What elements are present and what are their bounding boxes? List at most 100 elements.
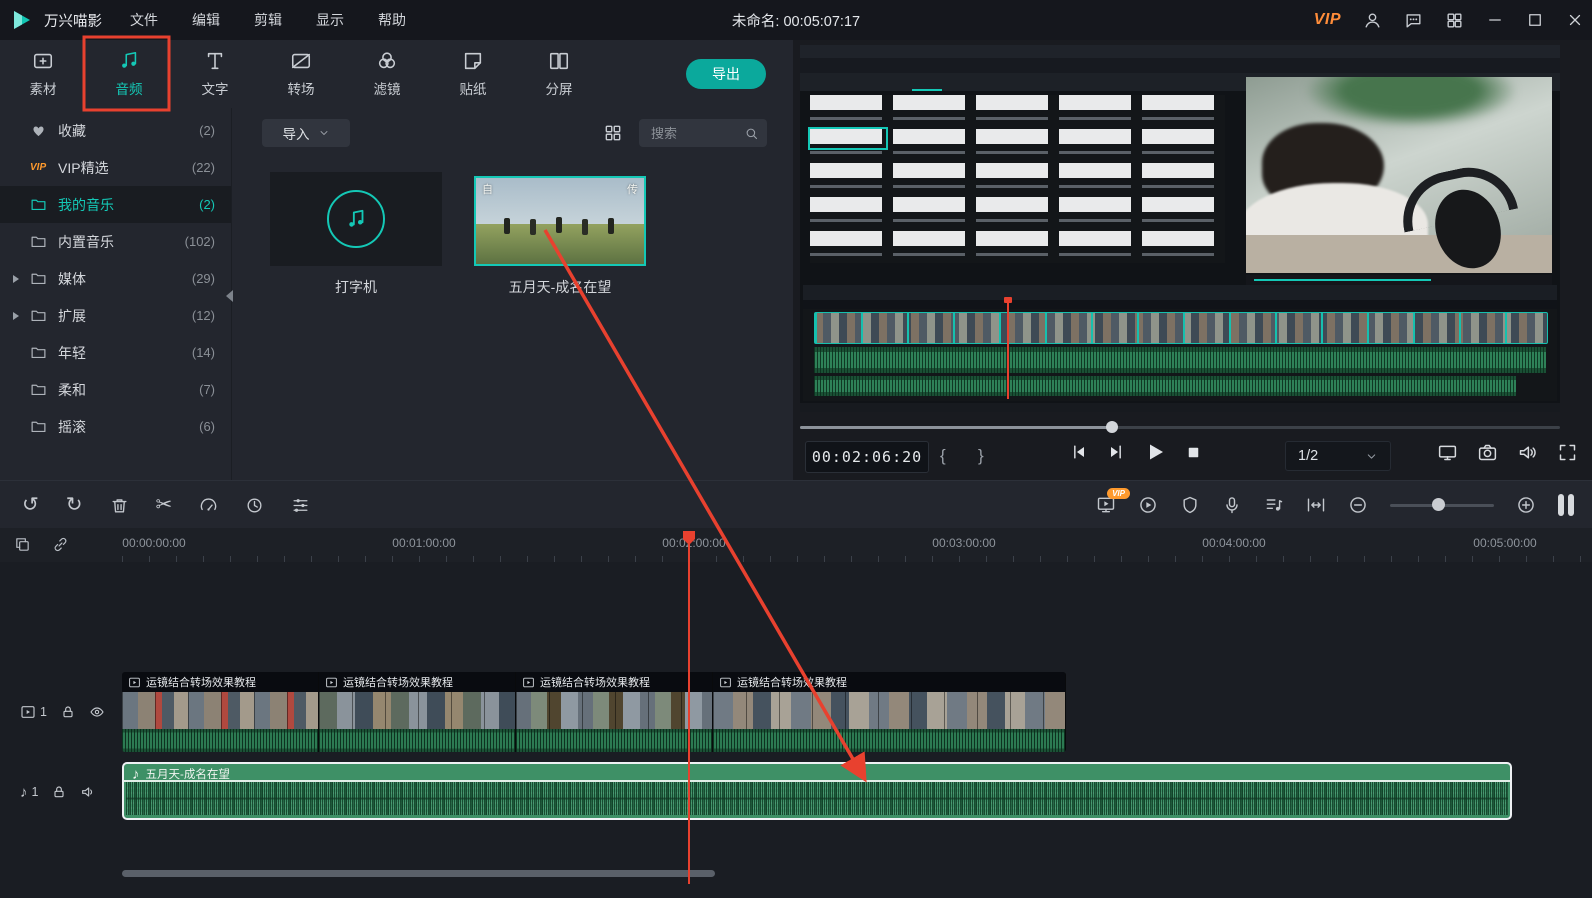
- mixer-playlist-icon[interactable]: [1264, 495, 1284, 515]
- preview-seekbar[interactable]: [800, 421, 1560, 433]
- sidebar-count: (102): [185, 234, 231, 249]
- sidebar-item-rock[interactable]: 摇滚 (6): [0, 408, 231, 445]
- close-button[interactable]: [1566, 11, 1584, 29]
- mark-out-button[interactable]: }: [978, 446, 984, 466]
- ruler-timestamp: 00:02:00:00: [662, 536, 725, 550]
- seek-handle[interactable]: [1106, 421, 1118, 433]
- sidebar-item-favorites[interactable]: 收藏 (2): [0, 112, 231, 149]
- paste-mode-icon[interactable]: [14, 536, 31, 553]
- speed-icon[interactable]: [199, 496, 218, 515]
- clip-audio-waveform: [122, 729, 318, 752]
- volume-icon[interactable]: [1517, 442, 1538, 463]
- tab-splitscreen[interactable]: 分屏: [516, 50, 602, 98]
- clip-title: 运镜结合转场效果教程: [343, 674, 453, 690]
- vip-icon: VIP: [30, 162, 49, 173]
- lock-icon[interactable]: [60, 704, 76, 720]
- sidebar-item-media[interactable]: 媒体 (29): [0, 260, 231, 297]
- vip-button[interactable]: VIP: [1314, 11, 1341, 29]
- video-clip[interactable]: 运镜结合转场效果教程: [713, 672, 1066, 752]
- feedback-icon[interactable]: [1404, 11, 1423, 30]
- delete-icon[interactable]: [110, 496, 129, 515]
- music-note-circle-icon: [327, 190, 385, 248]
- next-frame-button[interactable]: [1106, 442, 1126, 462]
- zoom-slider-handle[interactable]: [1432, 498, 1445, 511]
- expand-arrow-icon[interactable]: [13, 275, 19, 283]
- sidebar-item-my-music[interactable]: 我的音乐 (2): [0, 186, 231, 223]
- sidebar-label: 内置音乐: [58, 232, 114, 252]
- grid-view-icon[interactable]: [603, 123, 623, 143]
- timeline-ruler[interactable]: 00:00:00:00 00:01:00:00 00:02:00:00 00:0…: [0, 528, 1592, 562]
- play-button[interactable]: [1143, 440, 1167, 464]
- mark-in-button[interactable]: {: [940, 446, 946, 466]
- search-box[interactable]: [639, 119, 767, 147]
- maximize-button[interactable]: [1526, 11, 1544, 29]
- library-item-typewriter[interactable]: 打字机: [270, 172, 442, 297]
- fit-timeline-icon[interactable]: [1306, 495, 1326, 515]
- tab-media[interactable]: 素材: [0, 50, 86, 98]
- tab-filter[interactable]: 滤镜: [344, 50, 430, 98]
- tab-label: 转场: [288, 78, 315, 98]
- layout-panels-icon[interactable]: [1558, 494, 1574, 516]
- eye-visibility-icon[interactable]: [89, 704, 105, 720]
- expand-arrow-icon[interactable]: [13, 312, 19, 320]
- export-button[interactable]: 导出: [686, 59, 766, 89]
- horizontal-scrollbar[interactable]: [122, 870, 715, 877]
- toolbar-right: VIP: [1096, 494, 1592, 516]
- sidebar-item-builtin-music[interactable]: 内置音乐 (102): [0, 223, 231, 260]
- record-mic-icon[interactable]: [1222, 495, 1242, 515]
- menu-clip[interactable]: 剪辑: [254, 10, 282, 30]
- sidebar-item-vip-picks[interactable]: VIP VIP精选 (22): [0, 149, 231, 186]
- tab-transition[interactable]: 转场: [258, 50, 344, 98]
- account-icon[interactable]: [1363, 11, 1382, 30]
- tab-text[interactable]: 文字: [172, 50, 258, 98]
- clip-audio-waveform: [713, 729, 1065, 752]
- search-input[interactable]: [649, 125, 744, 142]
- upper-area: 素材 音频 文字 转场 滤镜: [0, 40, 1592, 480]
- tab-sticker[interactable]: 贴纸: [430, 50, 516, 98]
- previous-frame-button[interactable]: [1069, 442, 1089, 462]
- duration-clock-icon[interactable]: [245, 496, 264, 515]
- video-clip[interactable]: 运镜结合转场效果教程: [319, 672, 516, 752]
- marker-shield-icon[interactable]: [1180, 495, 1200, 515]
- menu-view[interactable]: 显示: [316, 10, 344, 30]
- redo-button[interactable]: ↻: [66, 495, 83, 515]
- auto-play-icon[interactable]: [1138, 495, 1158, 515]
- menu-help[interactable]: 帮助: [378, 10, 406, 30]
- search-icon[interactable]: [744, 126, 759, 141]
- import-button[interactable]: 导入: [262, 119, 350, 147]
- video-clip[interactable]: 运镜结合转场效果教程: [122, 672, 319, 752]
- zoom-in-icon[interactable]: [1516, 495, 1536, 515]
- sidebar-item-young[interactable]: 年轻 (14): [0, 334, 231, 371]
- sidebar-item-extensions[interactable]: 扩展 (12): [0, 297, 231, 334]
- adjust-sliders-icon[interactable]: [291, 496, 310, 515]
- split-scissors-icon[interactable]: ✂: [156, 495, 173, 515]
- zoom-slider[interactable]: [1390, 498, 1494, 512]
- undo-button[interactable]: ↺: [22, 495, 39, 515]
- stop-button[interactable]: [1184, 443, 1203, 462]
- audio-track-number: 1: [32, 785, 39, 799]
- fullscreen-icon[interactable]: [1557, 442, 1578, 463]
- sidebar-item-soft[interactable]: 柔和 (7): [0, 371, 231, 408]
- tab-audio[interactable]: 音频: [86, 50, 172, 98]
- mute-speaker-icon[interactable]: [80, 784, 96, 800]
- volume-envelope-line[interactable]: [124, 780, 1510, 782]
- preview-quality-dropdown[interactable]: 1/2: [1285, 441, 1391, 471]
- lock-icon[interactable]: [51, 784, 67, 800]
- splitscreen-icon: [548, 50, 570, 72]
- chevron-down-icon: [1365, 450, 1378, 463]
- zoom-out-icon[interactable]: [1348, 495, 1368, 515]
- auto-ripple-link-icon[interactable]: [52, 536, 69, 553]
- preview-decor: [800, 58, 1560, 73]
- audio-clip-selected[interactable]: ♪ 五月天-成名在望: [122, 762, 1512, 820]
- preview-video-frame[interactable]: [800, 45, 1560, 412]
- media-body: 收藏 (2) VIP VIP精选 (22) 我的音乐 (2): [0, 108, 793, 480]
- library-item-mayday-song[interactable]: 自 传 五月天-成名在望: [474, 172, 646, 297]
- dual-monitor-icon[interactable]: [1437, 442, 1458, 463]
- video-clip[interactable]: 运镜结合转场效果教程: [516, 672, 713, 752]
- menu-file[interactable]: 文件: [130, 10, 158, 30]
- apps-grid-icon[interactable]: [1445, 11, 1464, 30]
- snapshot-camera-icon[interactable]: [1477, 442, 1498, 463]
- minimize-button[interactable]: [1486, 11, 1504, 29]
- folder-icon: [30, 344, 47, 361]
- menu-edit[interactable]: 编辑: [192, 10, 220, 30]
